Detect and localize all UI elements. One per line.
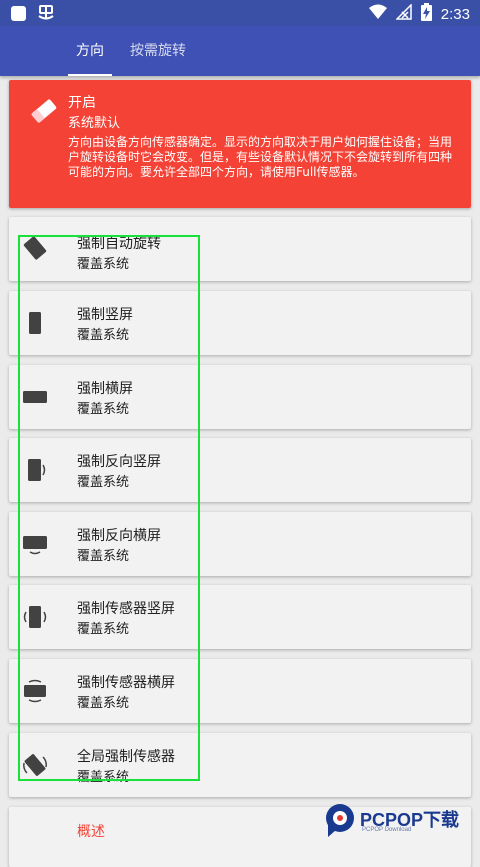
- list-item-force-sensor-portrait[interactable]: 强制传感器竖屏 覆盖系统: [9, 585, 471, 649]
- item-title: 强制竖屏: [77, 307, 133, 323]
- full-sensor-icon: [21, 751, 49, 779]
- list-item-force-reverse-landscape[interactable]: 强制反向横屏 覆盖系统: [9, 512, 471, 576]
- list-item-force-landscape[interactable]: 强制横屏 覆盖系统: [9, 365, 471, 429]
- item-subtitle: 覆盖系统: [77, 549, 130, 564]
- list-item-force-portrait[interactable]: 强制竖屏 覆盖系统: [9, 291, 471, 355]
- item-title: 强制传感器竖屏: [77, 601, 175, 617]
- auto-rotate-icon: [21, 234, 49, 262]
- reverse-landscape-icon: [21, 530, 49, 558]
- app-bar: 方向 按需旋转: [0, 26, 480, 76]
- watermark-small-text: PCPOP Download: [362, 827, 412, 833]
- eraser-icon: [29, 96, 59, 130]
- app-notification-icon: [37, 4, 55, 26]
- item-title: 强制反向横屏: [77, 528, 161, 544]
- item-title: 强制传感器横屏: [77, 675, 175, 691]
- item-subtitle: 覆盖系统: [77, 770, 130, 785]
- item-subtitle: 覆盖系统: [77, 475, 130, 490]
- tab-indicator: [68, 74, 112, 76]
- sensor-landscape-icon: [21, 677, 49, 705]
- tab-on-demand-rotation[interactable]: 按需旋转: [130, 26, 186, 76]
- notification-square-icon: [10, 5, 27, 26]
- reverse-portrait-icon: [21, 456, 49, 484]
- tab-orientation[interactable]: 方向: [76, 26, 104, 76]
- overview-label: 概述: [77, 824, 105, 840]
- item-title: 强制横屏: [77, 381, 133, 397]
- status-bar: 2:33: [0, 0, 480, 26]
- wifi-icon: [368, 4, 387, 24]
- item-subtitle: 覆盖系统: [77, 328, 130, 343]
- portrait-icon: [21, 309, 49, 337]
- item-title: 全局强制传感器: [77, 749, 175, 765]
- list-item-force-auto-rotate[interactable]: 强制自动旋转 覆盖系统: [9, 217, 471, 281]
- item-subtitle: 覆盖系统: [77, 257, 130, 272]
- sensor-portrait-icon: [21, 603, 49, 631]
- list-item-force-sensor-landscape[interactable]: 强制传感器横屏 覆盖系统: [9, 659, 471, 723]
- item-subtitle: 覆盖系统: [77, 696, 130, 711]
- item-title: 强制自动旋转: [77, 236, 161, 252]
- item-subtitle: 覆盖系统: [77, 402, 130, 417]
- status-time: 2:33: [440, 5, 470, 23]
- current-mode-subtitle: 系统默认: [68, 116, 121, 131]
- list-item-force-reverse-portrait[interactable]: 强制反向竖屏 覆盖系统: [9, 438, 471, 502]
- current-mode-description: 方向由设备方向传感器确定。显示的方向取决于用户如何握住设备；当用户旋转设备时它会…: [68, 135, 453, 179]
- battery-charging-icon: [420, 3, 432, 25]
- list-item-global-force-sensor[interactable]: 全局强制传感器 覆盖系统: [9, 733, 471, 797]
- signal-icon: [394, 3, 412, 24]
- item-subtitle: 覆盖系统: [77, 622, 130, 637]
- item-title: 强制反向竖屏: [77, 454, 161, 470]
- watermark: PCPOP下载 PCPOP Download: [322, 800, 472, 840]
- landscape-icon: [21, 383, 49, 411]
- current-mode-title: 开启: [68, 95, 96, 111]
- watermark-logo-icon: [324, 802, 358, 842]
